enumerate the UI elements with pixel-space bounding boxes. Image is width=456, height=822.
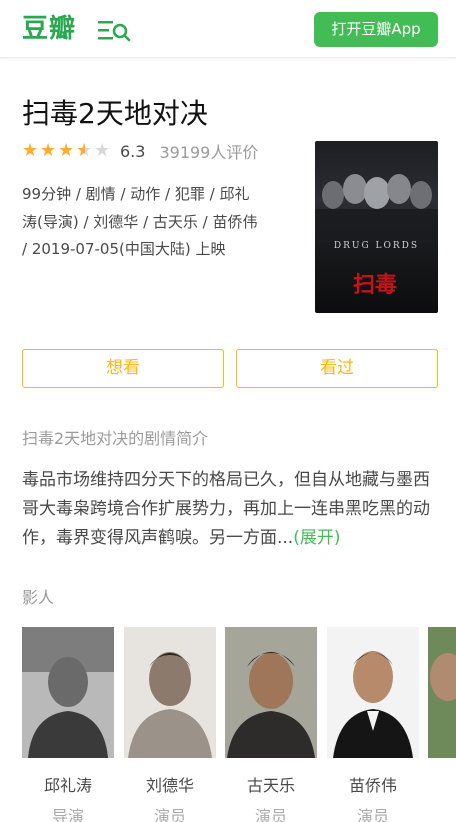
star-icon: ★ (76, 141, 94, 162)
rating-score: 6.3 (120, 141, 146, 161)
cast-item[interactable]: 苗侨伟 演员 (327, 627, 419, 822)
douban-logo[interactable]: 豆瓣 (22, 13, 76, 45)
top-bar: 豆瓣 打开豆瓣App (0, 0, 456, 58)
cast-photo (225, 627, 317, 758)
cast-row: 邱礼涛 导演 刘德华 演员 古天乐 演员 苗侨伟 演员 (22, 627, 456, 822)
movie-poster[interactable]: DRUG LORDS 扫毒 (315, 141, 438, 313)
cast-item-partial[interactable] (428, 627, 456, 762)
cast-item[interactable]: 古天乐 演员 (225, 627, 317, 822)
meta-line: / 2019-07-05(中国大陆) 上映 (22, 240, 226, 258)
cast-name: 刘德华 (145, 776, 194, 795)
rating-stars: ★ ★ ★ ★ ★ (22, 140, 112, 162)
open-app-button[interactable]: 打开豆瓣App (314, 12, 438, 47)
cast-item[interactable]: 刘德华 演员 (124, 627, 216, 822)
movie-meta: 99分钟 / 剧情 / 动作 / 犯罪 / 邱礼 涛(导演) / 刘德华 / 古… (22, 181, 296, 264)
poster-faces-image (315, 174, 438, 239)
cast-name: 古天乐 (246, 776, 295, 795)
cast-photo (327, 627, 419, 758)
cast-name: 苗侨伟 (348, 776, 397, 795)
star-icon: ★ (94, 140, 111, 161)
poster-red-title: 扫毒 (352, 272, 397, 298)
cast-role: 导演 (51, 807, 84, 822)
synopsis-body: 毒品市场维持四分天下的格局已久，但自从地藏与墨西哥大毒枭跨境合作扩展势力，再加上… (22, 470, 430, 548)
watched-button[interactable]: 看过 (236, 349, 438, 388)
cast-heading: 影人 (22, 588, 55, 607)
poster-english-title: DRUG LORDS (333, 241, 420, 251)
cast-name: 邱礼涛 (43, 776, 92, 795)
menu-search-icon[interactable] (97, 18, 131, 44)
rating-row: ★★★★★ 6.3 39199人评价 (22, 139, 258, 163)
cast-item[interactable]: 邱礼涛 导演 (22, 627, 114, 822)
want-to-watch-button[interactable]: 想看 (22, 349, 224, 388)
cast-role: 演员 (356, 807, 389, 822)
cast-role: 演员 (254, 807, 287, 822)
cast-photo (22, 627, 114, 758)
synopsis-text: 毒品市场维持四分天下的格局已久，但自从地藏与墨西哥大毒枭跨境合作扩展势力，再加上… (22, 466, 440, 553)
star-icon: ★ (40, 140, 57, 161)
cast-photo (428, 627, 456, 758)
cast-photo (124, 627, 216, 758)
rating-votes[interactable]: 39199人评价 (159, 139, 258, 163)
meta-line: 99分钟 / 剧情 / 动作 / 犯罪 / 邱礼 (22, 185, 250, 203)
synopsis-heading: 扫毒2天地对决的剧情简介 (22, 429, 209, 448)
star-icon: ★ (22, 140, 39, 161)
meta-line: 涛(导演) / 刘德华 / 古天乐 / 苗侨伟 (22, 212, 258, 231)
movie-title: 扫毒2天地对决 (22, 97, 208, 130)
expand-link[interactable]: (展开) (293, 528, 340, 548)
cast-role: 演员 (153, 807, 186, 822)
star-icon: ★ (58, 140, 75, 161)
